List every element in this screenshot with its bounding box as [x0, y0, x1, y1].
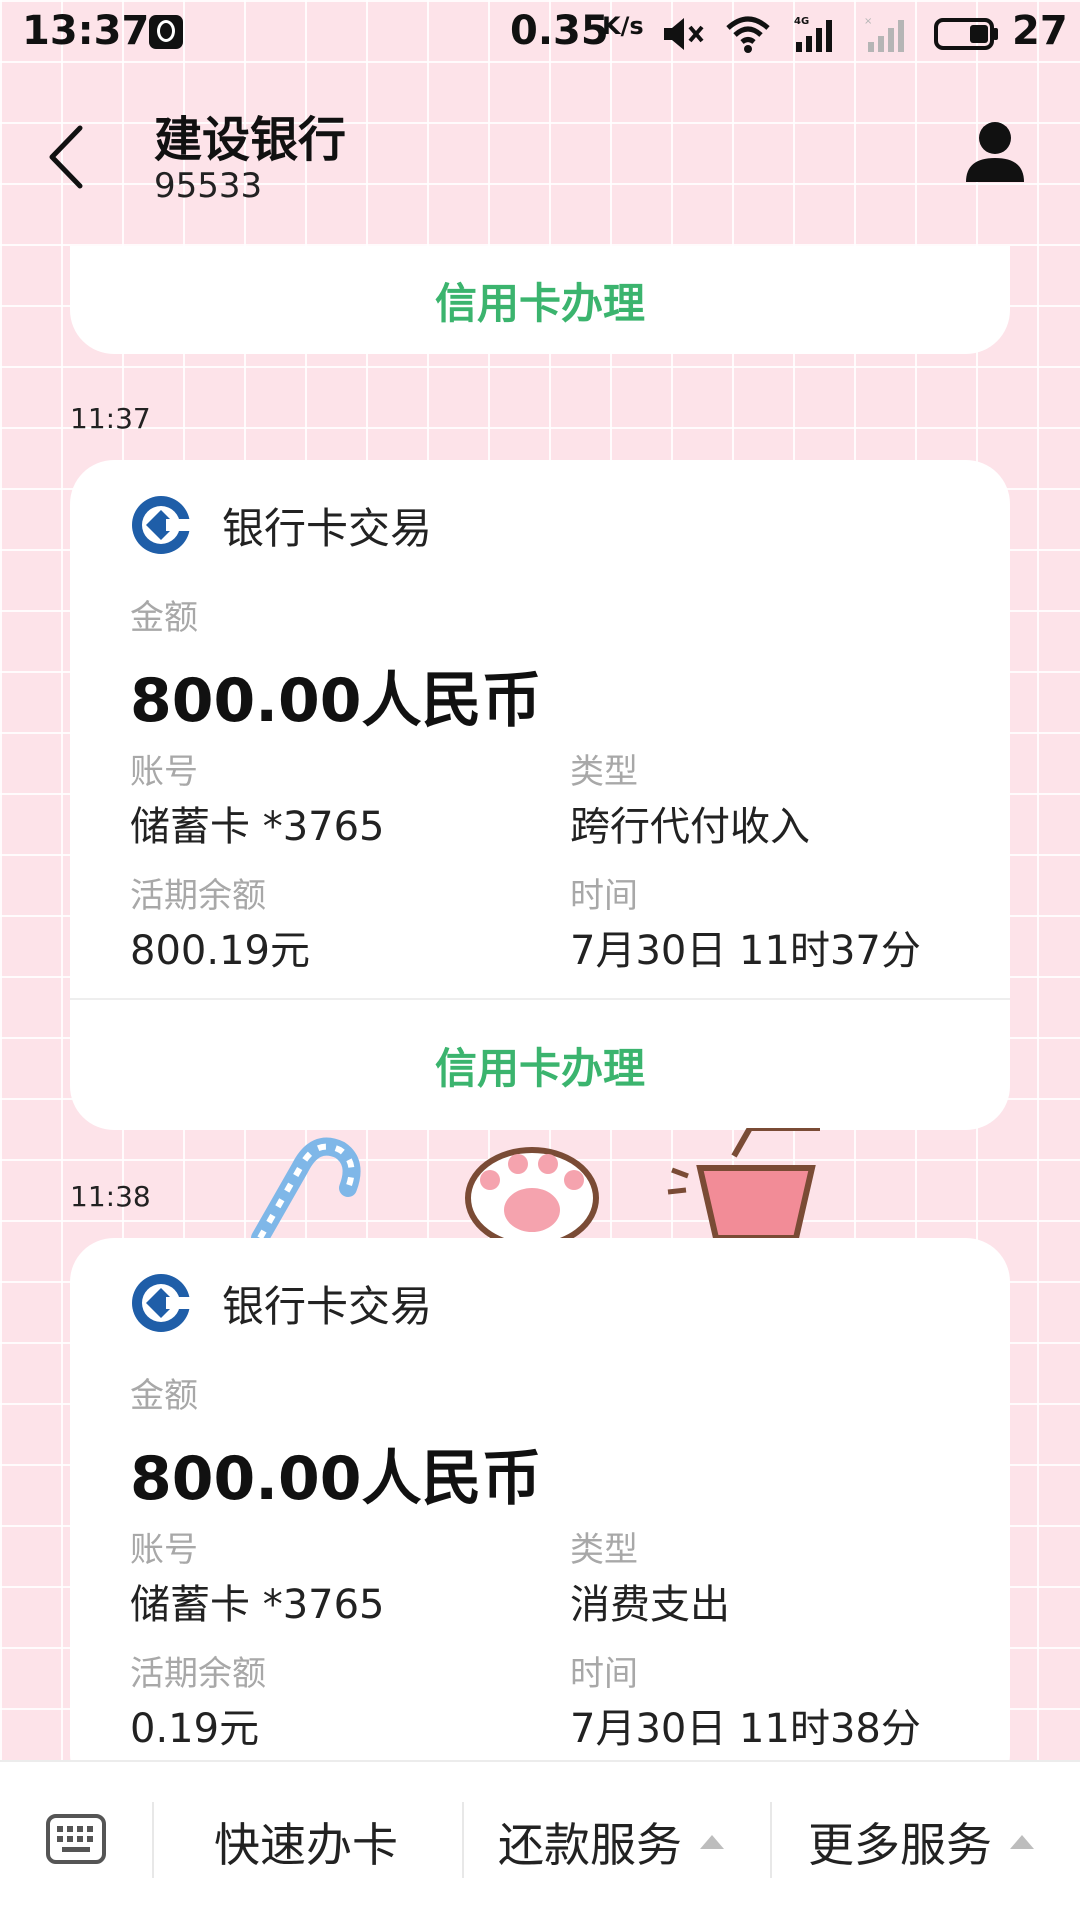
account-label: 账号: [130, 752, 198, 792]
menu-label: 快速办卡: [214, 1818, 398, 1872]
battery-icon: [934, 18, 998, 50]
signal-empty-icon: ×: [864, 16, 904, 52]
transaction-card: 银行卡交易 金额 800.00人民币 账号 储蓄卡 *3765 类型 跨行代付收…: [70, 460, 1010, 1130]
service-menu-bar: 快速办卡 还款服务 更多服务: [0, 1760, 1080, 1922]
type-label: 类型: [570, 752, 638, 792]
profile-icon[interactable]: [964, 120, 1026, 186]
network-speed-value: 0.35: [510, 8, 609, 54]
account-value: 储蓄卡 *3765: [130, 804, 385, 850]
status-bar: 13:37 0.35 K/s 4G × 27: [0, 0, 1080, 66]
amount-value: 800.00人民币: [130, 1444, 542, 1514]
message-timestamp: 11:38: [70, 1180, 151, 1213]
time-label: 时间: [570, 876, 638, 916]
signal-4g-icon: 4G: [794, 16, 832, 52]
time-value: 7月30日 11时38分: [570, 1706, 921, 1752]
cat-paw-icon: [465, 1147, 599, 1238]
time-value: 7月30日 11时37分: [570, 928, 921, 974]
menu-separator: [770, 1802, 772, 1878]
card-title: 银行卡交易: [222, 503, 433, 553]
transaction-card: 银行卡交易 金额 800.00人民币 账号 储蓄卡 *3765 类型 消费支出 …: [70, 1238, 1010, 1798]
conversation-header: 建设银行 95533: [0, 66, 1080, 236]
menu-label: 还款服务: [498, 1818, 682, 1872]
card-title: 银行卡交易: [222, 1281, 433, 1331]
menu-separator: [462, 1802, 464, 1878]
credit-card-apply-link[interactable]: 信用卡办理: [70, 246, 1010, 354]
amount-value: 800.00人民币: [130, 666, 542, 736]
svg-text:4G: 4G: [794, 16, 809, 27]
type-value: 跨行代付收入: [570, 804, 810, 850]
wifi-icon: [726, 16, 770, 53]
balance-label: 活期余额: [130, 876, 266, 916]
menu-quick-card-button[interactable]: 快速办卡: [214, 1802, 398, 1882]
account-value: 储蓄卡 *3765: [130, 1582, 385, 1628]
message-card-partial: 信用卡办理: [70, 246, 1010, 354]
card-header: 银行卡交易: [130, 494, 432, 556]
drink-cup-icon: [667, 1128, 820, 1238]
credit-card-apply-link[interactable]: 信用卡办理: [70, 1000, 1010, 1130]
keyboard-icon[interactable]: [46, 1814, 106, 1864]
caret-up-icon: [1010, 1835, 1034, 1849]
decorative-stickers: [251, 1128, 820, 1238]
menu-repayment-button[interactable]: 还款服务: [498, 1802, 724, 1882]
battery-level: 27: [1012, 8, 1068, 54]
caret-up-icon: [700, 1835, 724, 1849]
network-speed-unit: K/s: [602, 12, 644, 40]
back-icon[interactable]: [44, 122, 88, 192]
message-timestamp: 11:37: [70, 402, 151, 435]
contact-number: 95533: [154, 166, 263, 206]
menu-separator: [152, 1802, 154, 1878]
bank-logo-icon: [132, 496, 192, 554]
amount-label: 金额: [130, 1376, 198, 1416]
card-header: 银行卡交易: [130, 1272, 432, 1334]
status-time: 13:37: [22, 8, 150, 54]
qq-icon: [149, 15, 183, 49]
svg-text:×: ×: [864, 16, 872, 27]
contact-name: 建设银行: [154, 112, 347, 168]
bank-logo-icon: [132, 1274, 192, 1332]
balance-label: 活期余额: [130, 1654, 266, 1694]
type-value: 消费支出: [570, 1582, 730, 1628]
balance-value: 0.19元: [130, 1706, 260, 1752]
menu-label: 更多服务: [808, 1818, 992, 1872]
balance-value: 800.19元: [130, 928, 310, 974]
menu-more-services-button[interactable]: 更多服务: [808, 1802, 1034, 1882]
amount-label: 金额: [130, 598, 198, 638]
candy-cane-icon: [251, 1137, 361, 1238]
account-label: 账号: [130, 1530, 198, 1570]
mute-icon: [664, 18, 704, 50]
time-label: 时间: [570, 1654, 638, 1694]
type-label: 类型: [570, 1530, 638, 1570]
